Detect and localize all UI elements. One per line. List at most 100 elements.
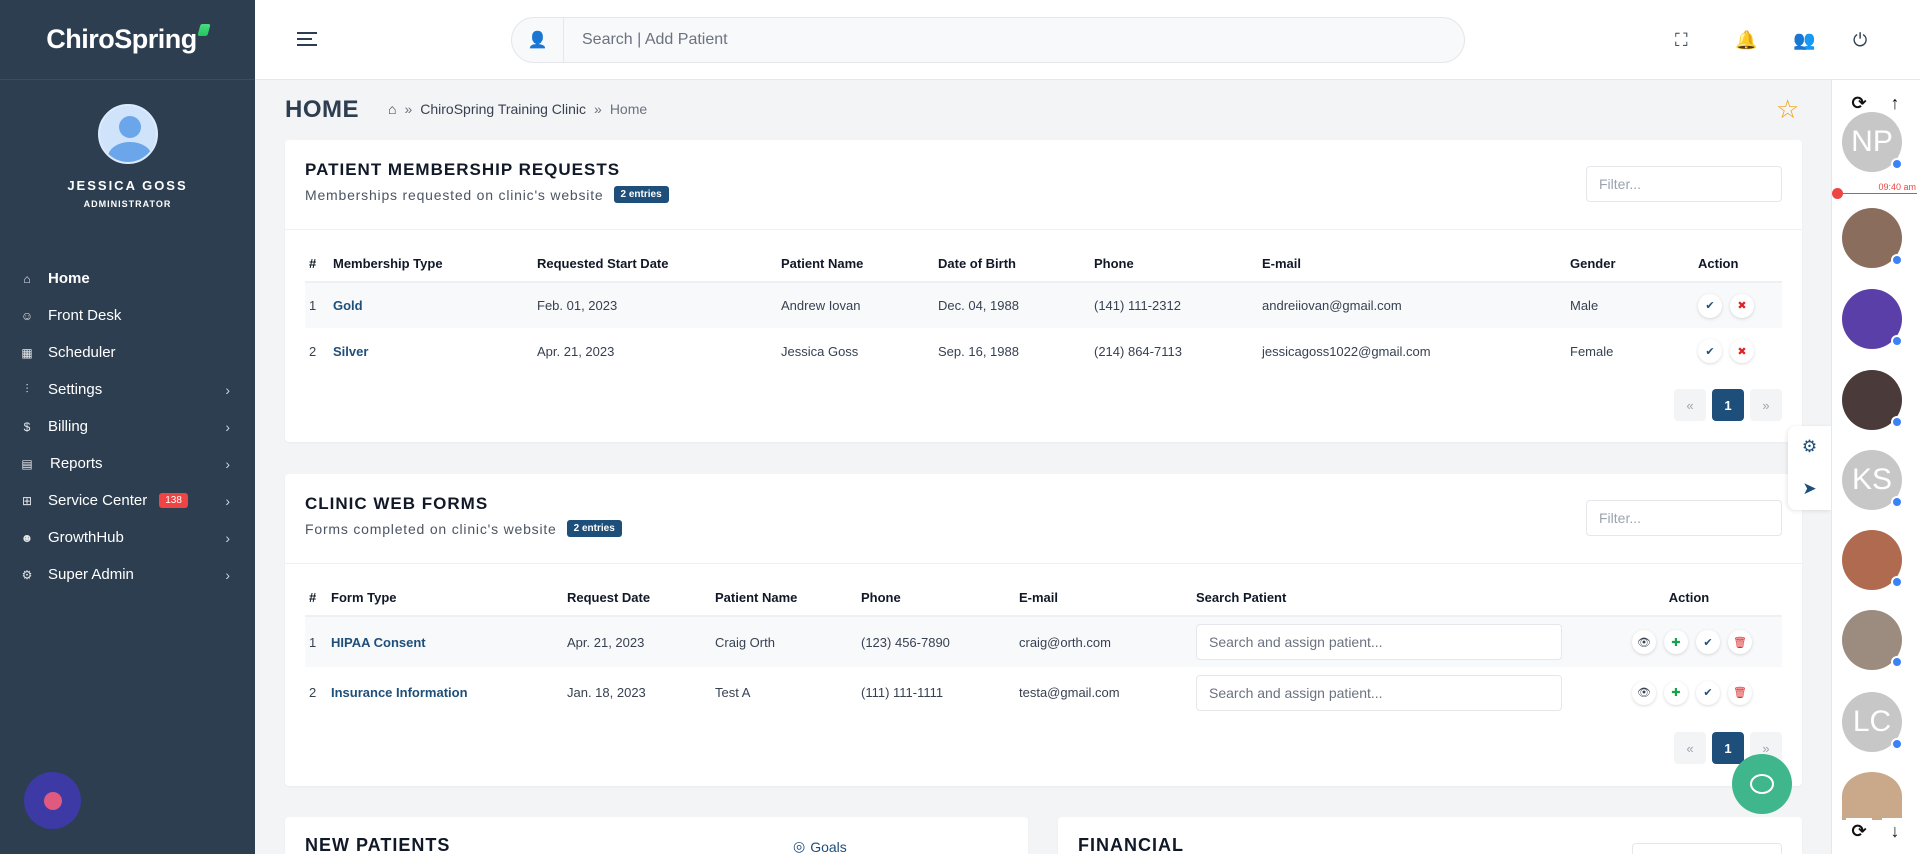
chevron-right-icon: › bbox=[225, 455, 230, 472]
card-title: NEW PATIENTS bbox=[305, 835, 451, 854]
bell-icon[interactable]: 🔔 bbox=[1735, 30, 1757, 51]
prev-page-button[interactable]: « bbox=[1674, 732, 1706, 764]
power-icon[interactable]: ⏻ bbox=[1853, 30, 1867, 51]
table-header: # Form Type Request Date Patient Name Ph… bbox=[305, 580, 1782, 617]
sidebar-item-label: GrowthHub bbox=[48, 529, 124, 546]
goals-link[interactable]: ◎ Goals bbox=[793, 838, 847, 854]
service-center-count-badge: 138 bbox=[159, 493, 188, 508]
page-button[interactable]: 1 bbox=[1712, 732, 1744, 764]
sidebar-item-label: Service Center bbox=[48, 492, 148, 509]
avatar[interactable] bbox=[97, 104, 158, 164]
floating-tools: ⚙ ➤ bbox=[1788, 426, 1831, 510]
chat-icon bbox=[43, 791, 62, 810]
card-title: CLINIC WEB FORMS bbox=[305, 494, 489, 513]
patient-avatar[interactable]: LC bbox=[1842, 692, 1903, 752]
patient-search: 👤 bbox=[511, 17, 1465, 63]
approve-button[interactable]: ✔ bbox=[1696, 630, 1720, 654]
sidebar-nav: ⌂ Home ☺ Front Desk ▦ Scheduler ⫶ Settings › … bbox=[0, 260, 255, 593]
sidebar-item-scheduler[interactable]: ▦ Scheduler bbox=[0, 334, 255, 371]
chevron-right-icon: › bbox=[225, 566, 230, 583]
reject-button[interactable]: ✖ bbox=[1730, 339, 1754, 363]
table-row: 2 Insurance Information Jan. 18, 2023 Te… bbox=[305, 667, 1782, 718]
add-patient-button[interactable]: ✚ bbox=[1664, 680, 1688, 705]
card-subtitle: Memberships requested on clinic's websit… bbox=[305, 186, 669, 203]
breadcrumb-clinic[interactable]: ChiroSpring Training Clinic bbox=[420, 101, 586, 117]
table-row: 1 HIPAA Consent Apr. 21, 2023 Craig Orth… bbox=[305, 616, 1782, 667]
menu-toggle-icon[interactable] bbox=[297, 32, 317, 50]
add-patient-button[interactable]: ✚ bbox=[1664, 630, 1688, 654]
patient-avatar[interactable] bbox=[1842, 610, 1903, 670]
add-patient-icon[interactable]: 👤 bbox=[512, 18, 564, 62]
sidebar-item-label: Front Desk bbox=[48, 307, 122, 324]
financial-filter[interactable] bbox=[1632, 843, 1782, 854]
user-profile: JESSICA GOSS ADMINISTRATOR bbox=[0, 80, 255, 209]
sidebar-item-super-admin[interactable]: ⚙ Super Admin › bbox=[0, 556, 255, 593]
financial-card: FINANCIAL bbox=[1058, 817, 1802, 854]
chevron-right-icon: › bbox=[225, 492, 230, 509]
target-icon: ◎ bbox=[793, 838, 806, 854]
assign-patient-input[interactable] bbox=[1196, 674, 1562, 711]
patient-avatar[interactable]: KS bbox=[1842, 450, 1903, 510]
patient-avatar[interactable] bbox=[1842, 772, 1902, 820]
sidebar-item-home[interactable]: ⌂ Home bbox=[0, 260, 255, 297]
sidebar-item-label: Settings bbox=[48, 381, 103, 398]
sidebar-item-growthhub[interactable]: ☻ GrowthHub › bbox=[0, 519, 255, 556]
sidebar-item-reports[interactable]: ▤ Reports › bbox=[0, 445, 255, 482]
search-input[interactable] bbox=[564, 31, 1444, 49]
table-row: 1 Gold Feb. 01, 2023 Andrew Iovan Dec. 0… bbox=[305, 282, 1782, 328]
reject-button[interactable]: ✖ bbox=[1730, 293, 1754, 318]
entries-badge: 2 entries bbox=[613, 186, 669, 203]
patient-avatar[interactable]: NP bbox=[1842, 112, 1903, 172]
view-button[interactable]: 👁 bbox=[1632, 680, 1656, 705]
sidebar-item-billing[interactable]: $ Billing › bbox=[0, 408, 255, 445]
table-row: 2 Silver Apr. 21, 2023 Jessica Goss Sep.… bbox=[305, 328, 1782, 374]
sidebar-item-label: Reports bbox=[50, 455, 103, 472]
approve-button[interactable]: ✔ bbox=[1698, 293, 1722, 318]
directions-icon[interactable]: ➤ bbox=[1802, 479, 1816, 499]
membership-table: # Membership Type Requested Start Date P… bbox=[305, 246, 1782, 374]
view-button[interactable]: 👁 bbox=[1632, 630, 1656, 654]
filter-input[interactable] bbox=[1586, 166, 1782, 202]
next-page-button[interactable]: » bbox=[1750, 389, 1782, 421]
chevron-right-icon: › bbox=[225, 529, 230, 546]
breadcrumb: ⌂ » ChiroSpring Training Clinic » Home bbox=[388, 101, 648, 117]
help-chat-button[interactable] bbox=[1732, 754, 1792, 814]
assign-patient-input[interactable] bbox=[1196, 624, 1562, 660]
prev-page-button[interactable]: « bbox=[1674, 389, 1706, 421]
chevron-right-icon: › bbox=[225, 381, 230, 398]
refresh-icon[interactable]: ⟳ bbox=[1846, 818, 1872, 844]
sidebar-item-label: Super Admin bbox=[48, 566, 134, 583]
patient-avatar[interactable] bbox=[1842, 370, 1903, 430]
brand-logo[interactable]: ChiroSpring bbox=[0, 0, 255, 80]
table-header: # Membership Type Requested Start Date P… bbox=[305, 246, 1782, 283]
page-title: HOME bbox=[285, 96, 359, 123]
delete-button[interactable]: 🗑 bbox=[1728, 630, 1752, 654]
entries-badge: 2 entries bbox=[566, 520, 622, 537]
arrow-up-icon[interactable]: ↑ bbox=[1882, 90, 1908, 116]
card-subtitle: Forms completed on clinic's website 2 ent… bbox=[305, 520, 622, 537]
approve-button[interactable]: ✔ bbox=[1696, 680, 1720, 705]
sidebar-item-front-desk[interactable]: ☺ Front Desk bbox=[0, 297, 255, 334]
settings-gears-icon[interactable]: ⚙ bbox=[1802, 437, 1817, 457]
leaf-icon bbox=[197, 23, 211, 36]
approve-button[interactable]: ✔ bbox=[1698, 339, 1722, 363]
patient-avatar[interactable] bbox=[1842, 289, 1903, 349]
sidebar-item-service-center[interactable]: ⊞ Service Center 138 › bbox=[0, 482, 255, 519]
patient-avatar[interactable] bbox=[1842, 530, 1903, 590]
fullscreen-icon[interactable]: ⛶ bbox=[1675, 30, 1688, 51]
favorite-star-icon[interactable]: ☆ bbox=[1776, 94, 1799, 125]
home-icon[interactable]: ⌂ bbox=[388, 101, 396, 117]
users-icon[interactable]: 👥 bbox=[1793, 30, 1815, 51]
filter-input[interactable] bbox=[1586, 500, 1782, 536]
chat-widget-button[interactable] bbox=[24, 772, 81, 829]
card-title: PATIENT MEMBERSHIP REQUESTS bbox=[305, 160, 621, 179]
sidebar-item-settings[interactable]: ⫶ Settings › bbox=[0, 371, 255, 408]
sidebar-item-label: Billing bbox=[48, 418, 89, 435]
pagination: « 1 » bbox=[1674, 389, 1782, 421]
delete-button[interactable]: 🗑 bbox=[1728, 680, 1752, 705]
arrow-down-icon[interactable]: ↓ bbox=[1882, 818, 1908, 844]
patient-avatar[interactable] bbox=[1842, 208, 1903, 268]
page-button[interactable]: 1 bbox=[1712, 389, 1744, 421]
topbar: 👤 ⛶ 🔔 👥 ⏻ bbox=[255, 0, 1920, 80]
sidebar-item-label: Home bbox=[48, 270, 90, 287]
